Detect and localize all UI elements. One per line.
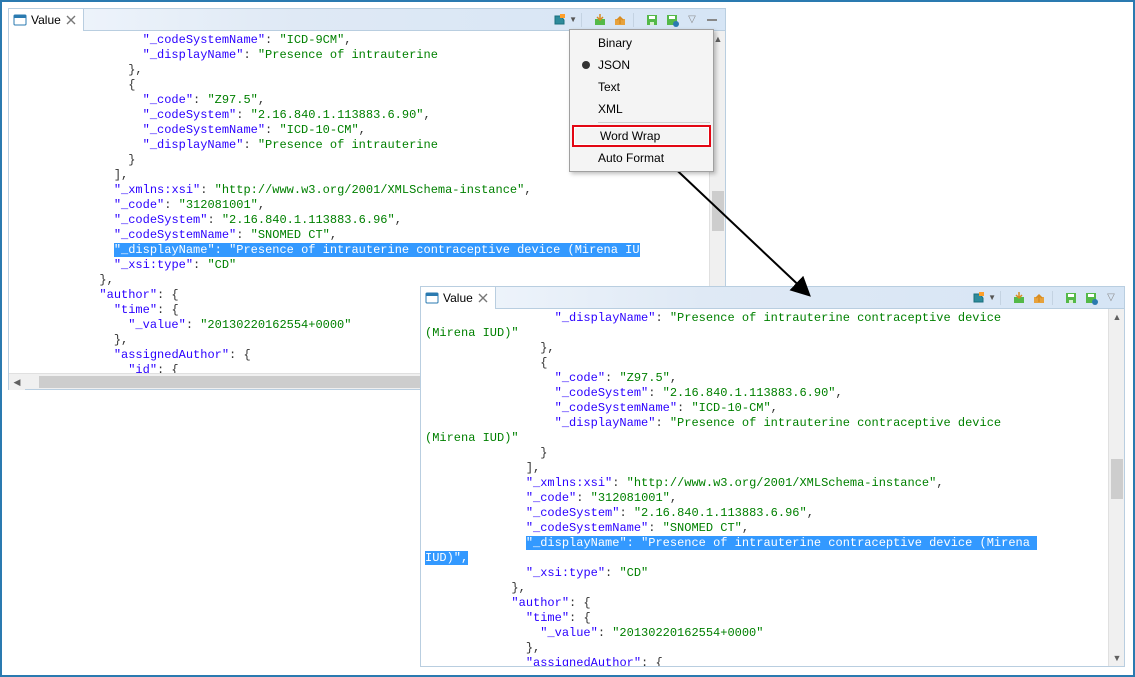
scroll-left-icon[interactable]: ◀ [9,374,25,390]
separator [633,13,639,27]
scroll-thumb[interactable] [1111,459,1123,499]
save-icon[interactable] [643,11,661,29]
menu-item-label: Word Wrap [600,129,660,143]
scroll-up-icon[interactable]: ▲ [1109,309,1124,325]
import-icon[interactable] [591,11,609,29]
separator [1052,291,1058,305]
menu-item-label: Text [598,80,620,94]
menu-item-label: Auto Format [598,151,664,165]
separator [581,13,587,27]
minimize-icon[interactable] [703,11,721,29]
save-as-icon[interactable] [1082,289,1100,307]
content-type-menu: Binary JSON Text XML Word Wrap Auto Format [569,29,714,172]
toolbar: ▼ ▽ [970,289,1124,307]
code-content[interactable]: "_displayName": "Presence of intrauterin… [421,309,1108,666]
value-tab[interactable]: Value [421,287,496,309]
save-as-icon[interactable] [663,11,681,29]
toolbar: ▼ ▽ [551,11,725,29]
separator [1000,291,1006,305]
save-icon[interactable] [1062,289,1080,307]
bullet-icon [578,57,594,73]
value-tab[interactable]: Value [9,9,84,31]
value-tab-icon [13,13,27,27]
scroll-down-icon[interactable]: ▼ [1109,650,1124,666]
titlebar: Value ▼ ▽ [9,9,725,31]
view-menu-icon[interactable]: ▽ [1102,289,1120,307]
export-icon[interactable] [1030,289,1048,307]
content-type-dropdown-icon[interactable] [551,11,569,29]
menu-item-label: XML [598,102,623,116]
close-icon[interactable] [477,292,489,304]
content-type-dropdown-icon[interactable] [970,289,988,307]
value-panel-after: Value ▼ ▽ "_displayName": "Presence of i… [420,286,1125,667]
menu-item-label: Binary [598,36,632,50]
export-icon[interactable] [611,11,629,29]
menu-item-xml[interactable]: XML [572,98,711,120]
menu-item-binary[interactable]: Binary [572,32,711,54]
close-icon[interactable] [65,14,77,26]
caret-down-icon[interactable]: ▼ [988,293,996,302]
view-menu-icon[interactable]: ▽ [683,11,701,29]
menu-item-json[interactable]: JSON [572,54,711,76]
vertical-scrollbar[interactable]: ▲ ▼ [1108,309,1124,666]
menu-item-label: JSON [598,58,630,72]
scroll-thumb[interactable] [712,191,724,231]
import-icon[interactable] [1010,289,1028,307]
caret-down-icon[interactable]: ▼ [569,15,577,24]
menu-item-auto-format[interactable]: Auto Format [572,147,711,169]
tab-label: Value [31,13,61,27]
value-tab-icon [425,291,439,305]
menu-item-word-wrap[interactable]: Word Wrap [572,125,711,147]
titlebar: Value ▼ ▽ [421,287,1124,309]
menu-item-text[interactable]: Text [572,76,711,98]
tab-label: Value [443,291,473,305]
